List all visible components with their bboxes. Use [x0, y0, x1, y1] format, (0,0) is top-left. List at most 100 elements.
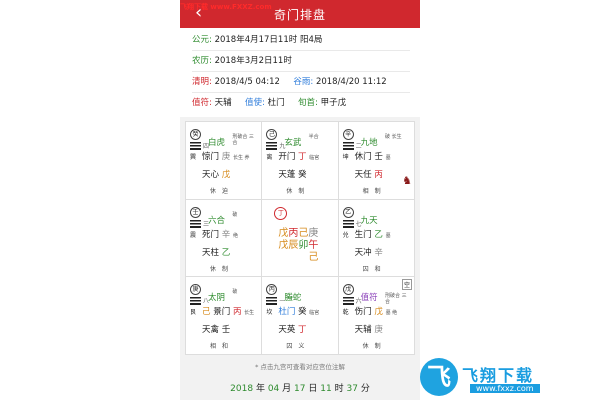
relation-note: 破 长生 — [385, 134, 402, 140]
day-value[interactable]: 17 — [294, 384, 305, 394]
trigram-name: 震 — [190, 231, 197, 239]
center-char: 己 — [308, 251, 319, 263]
palace-center[interactable]: 丁 戊丙己庚 戊辰卯午 己 — [262, 199, 339, 278]
zhishi-label: 值使: — [245, 98, 265, 108]
empty-badge: 空 — [401, 279, 412, 291]
star-name: 天辅 — [354, 325, 372, 336]
heaven-stem: 丁 — [298, 152, 307, 162]
stem-note: 临官 — [309, 310, 320, 317]
palace-zhen[interactable]: 壬震 三 六合 破 死门 辛 绝 天柱 乙 休制 — [186, 199, 263, 278]
status-1: 休 — [210, 265, 223, 273]
palace-dui[interactable]: 乙兑 七 九天 生门 乙 墓 天冲 辛 囚和 — [338, 199, 415, 278]
status-1: 囚 — [286, 343, 299, 351]
stem-note: 绝 — [232, 232, 238, 239]
palace-qian[interactable]: 戊乾 六 值符 刑破合 三合 空 伤门 戊 墓 绝 天辅 庚 休制 — [338, 277, 415, 355]
hour-unit: 时 — [334, 384, 344, 394]
stem-badge: 辛 — [342, 129, 354, 140]
status-2: 义 — [298, 343, 311, 351]
status-1: 囚 — [362, 265, 375, 273]
deity-name: 六合 — [208, 215, 226, 226]
center-char: 卯 — [298, 239, 309, 251]
horse-icon: ♞ — [402, 174, 412, 187]
status-2: 制 — [374, 343, 387, 351]
gongyuan-label: 公元: — [192, 35, 212, 45]
door-name: 死门 — [202, 229, 220, 240]
relation-note: 半合 — [308, 134, 319, 140]
status-2: 制 — [374, 188, 387, 195]
hour-value[interactable]: 11 — [320, 384, 331, 394]
year-value[interactable]: 2018 — [230, 384, 253, 394]
palace-kan[interactable]: 丙坎 一 螣蛇 杜门 癸 临官 天英 丁 囚义 — [262, 277, 339, 355]
trigram-icon — [342, 297, 354, 307]
trigram-icon — [342, 142, 354, 151]
door-name: 杜门 — [278, 307, 296, 318]
status-1: 相 — [210, 343, 223, 351]
center-char: 戊 — [278, 227, 289, 239]
status-2: 和 — [222, 343, 235, 351]
trigram-icon — [190, 219, 201, 229]
nongli-label: 农历: — [192, 56, 212, 66]
watermark-name: 飞翔下载 — [462, 366, 535, 385]
month-unit: 月 — [282, 384, 292, 394]
info-row-zhifu: 值符: 天辅 值使: 杜门 旬首: 甲子戊 — [192, 93, 410, 113]
earth-stem: 辛 — [374, 247, 383, 258]
phone-screen: ‹ 奇门排盘 飞翔下载 www.FXXZ.com 公元: 2018年4月17日1… — [180, 0, 420, 400]
zhishi-value: 杜门 — [267, 98, 285, 108]
trigram-icon — [190, 142, 201, 151]
heaven-stem: 乙 — [374, 229, 383, 240]
palace-gen[interactable]: 庚艮 八 太阴 破 己 景门 丙 长生 天禽 壬 相和 — [186, 277, 263, 355]
heaven-stem: 戊 — [374, 307, 383, 318]
status-1: 休 — [286, 188, 299, 195]
star-name: 天冲 — [354, 247, 372, 258]
qingming-label: 清明: — [192, 77, 212, 87]
door-name: 惊门 — [202, 152, 220, 162]
palace-xun[interactable]: 癸巽 四 白虎 刑破合 三合 惊门 庚 长生 养 天心 戊 休迫 — [186, 122, 263, 200]
trigram-icon — [266, 142, 278, 151]
trigram-name: 坤 — [342, 154, 349, 161]
stem-note: 长生 养 — [232, 155, 250, 161]
minute-value[interactable]: 37 — [346, 384, 357, 394]
trigram-name: 艮 — [190, 309, 197, 317]
earth-stem: 壬 — [221, 325, 231, 336]
stem-badge: 丙 — [266, 284, 278, 296]
nongli-value: 2018年3月2日11时 — [214, 56, 292, 66]
stem-badge: 庚 — [190, 284, 201, 296]
watermark-bottom-right: 飞 飞翔下载 www.fxxz.com — [420, 356, 590, 400]
heaven-stem: 壬 — [374, 152, 383, 162]
trigram-name: 离 — [266, 154, 273, 161]
date-picker[interactable]: 2018 年 04 月 17 日 11 时 37 分 — [180, 381, 420, 394]
palace-kun[interactable]: 辛坤 二 九地 破 长生 休门 壬 墓 天任 丙 相制 ♞ — [338, 122, 415, 200]
door-name: 伤门 — [354, 307, 372, 318]
earth-stem: 乙 — [221, 247, 231, 258]
stem-badge: 乙 — [342, 206, 354, 218]
month-value[interactable]: 04 — [268, 384, 279, 394]
door-name: 开门 — [278, 152, 296, 162]
deity-name: 螣蛇 — [284, 293, 302, 304]
center-char: 丙 — [288, 227, 299, 239]
zhifu-value: 天辅 — [214, 98, 232, 108]
zhifu-label: 值符: — [192, 98, 212, 108]
star-name: 天任 — [354, 170, 372, 180]
trigram-name: 坎 — [266, 309, 273, 317]
stem-note: 墓 绝 — [385, 310, 398, 317]
info-row-nongli: 农历: 2018年3月2日11时 — [192, 51, 410, 72]
deity-name: 玄武 — [284, 138, 302, 148]
app-header: ‹ 奇门排盘 飞翔下载 www.FXXZ.com — [180, 0, 420, 28]
watermark-url: www.fxxz.com — [470, 384, 540, 393]
status-1: 休 — [210, 188, 223, 195]
status-2: 制 — [298, 188, 311, 195]
status-1: 休 — [362, 343, 375, 351]
stem-note: 临官 — [309, 155, 320, 161]
info-row-solar-terms: 清明: 2018/4/5 04:12 谷雨: 2018/4/20 11:12 — [192, 72, 410, 93]
stem-badge: 己 — [266, 129, 278, 140]
info-row-gongyuan: 公元: 2018年4月17日11时 阳4局 — [192, 30, 410, 51]
status-2: 制 — [222, 265, 235, 273]
info-panel: 公元: 2018年4月17日11时 阳4局 农历: 2018年3月2日11时 清… — [180, 28, 420, 117]
trigram-icon — [266, 297, 278, 307]
earth-stem: 丁 — [298, 325, 307, 336]
star-name: 天英 — [278, 325, 296, 336]
center-char: 戊 — [278, 239, 289, 251]
stem-badge: 丁 — [274, 206, 288, 220]
palace-li[interactable]: 己离 九 玄武 半合 开门 丁 临官 天蓬 癸 休制 — [262, 122, 339, 200]
star-name: 天禽 — [202, 325, 220, 336]
